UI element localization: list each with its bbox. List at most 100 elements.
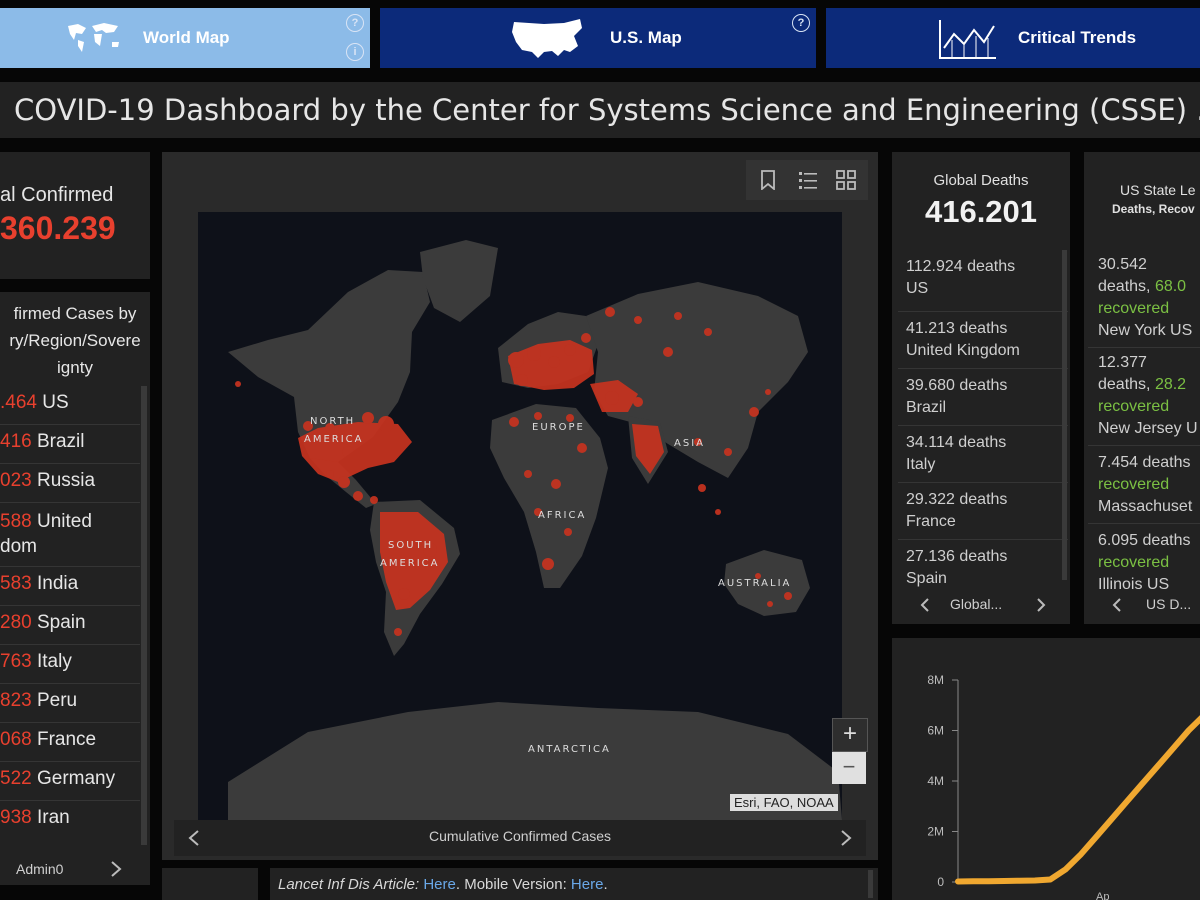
y-tick-label: 4M [927, 774, 944, 788]
admin-level-label: Admin0 [16, 861, 64, 877]
country-name: Peru [36, 690, 78, 711]
us-state-footer-label: US D... [1146, 596, 1192, 612]
article-links: Lancet Inf Dis Article: Here. Mobile Ver… [278, 876, 608, 893]
country-confirmed-count: 938 [0, 807, 32, 828]
world-icon [68, 23, 119, 52]
world-map[interactable]: NORTH AMERICA EUROPE ASIA AFRICA SOUTH A… [198, 212, 842, 820]
list-item[interactable]: 30.542 deaths, 68.0 recovered New York U… [1088, 254, 1200, 348]
confirmed-list-header-line: ignty [57, 358, 93, 377]
scrollbar[interactable] [1062, 250, 1067, 580]
deaths-count: 41.213 deaths [906, 320, 1008, 337]
map-label-africa: AFRICA [538, 510, 586, 521]
list-item[interactable]: 12.377 deaths, 28.2 recovered New Jersey… [1088, 348, 1200, 446]
us-state-list: 30.542 deaths, 68.0 recovered New York U… [1088, 252, 1200, 592]
country-name: India [36, 573, 79, 594]
country-name: Spain [36, 612, 86, 633]
country-name: United [36, 511, 92, 532]
global-deaths-footer-label: Global... [950, 596, 1003, 612]
chevron-right-icon[interactable] [1036, 598, 1046, 612]
bookmark-icon[interactable] [760, 170, 776, 190]
country-name: US [42, 392, 69, 413]
help-icon[interactable]: ? [346, 14, 364, 32]
link-suffix: . [603, 876, 608, 893]
list-item[interactable]: 7.454 deaths recovered Massachuset [1088, 446, 1200, 524]
list-item[interactable]: 27.136 deaths Spain [898, 540, 1068, 590]
x-tick-label: Ap [1096, 891, 1109, 900]
map-footer: Cumulative Confirmed Cases [174, 820, 866, 856]
country-confirmed-count: 823 [0, 690, 32, 711]
tab-us-map-label: U.S. Map [610, 28, 682, 47]
list-item[interactable]: 41.213 deaths United Kingdom [898, 312, 1068, 369]
list-item[interactable]: 6.095 deaths recovered Illinois US [1088, 524, 1200, 592]
list-item[interactable]: 39.680 deaths Brazil [898, 369, 1068, 426]
mobile-version-text: . Mobile Version: [455, 876, 571, 893]
state-recovered-label: recovered [1098, 300, 1170, 317]
global-deaths-list: 112.924 deaths US 41.213 deaths United Kin… [898, 250, 1068, 590]
y-tick-label: 8M [927, 673, 944, 687]
map-label-north-america: AMERICA [304, 434, 364, 445]
chevron-right-icon[interactable] [110, 861, 122, 877]
state-deaths-text: deaths, [1098, 376, 1155, 393]
list-item[interactable]: 938 Iran [0, 801, 140, 840]
tab-world-map[interactable]: World Map ? i [0, 8, 370, 68]
layer-list-icon[interactable] [798, 170, 818, 190]
list-item[interactable]: 416 Brazil [0, 425, 140, 464]
country-confirmed-count: 416 [0, 431, 32, 452]
tab-critical-trends-label: Critical Trends [1018, 28, 1137, 47]
total-confirmed-label: al Confirmed [0, 184, 114, 206]
list-item[interactable]: 023 Russia [0, 464, 140, 503]
us-map-icon [512, 19, 582, 58]
info-icon[interactable]: i [346, 43, 364, 61]
confirmed-cases-line [955, 715, 1200, 885]
list-item[interactable]: 763 Italy [0, 645, 140, 684]
mobile-version-link[interactable]: Here [571, 876, 604, 893]
y-tick-label: 2M [927, 825, 944, 839]
deaths-count: 39.680 deaths [906, 377, 1008, 394]
deaths-country: France [906, 513, 956, 530]
list-item[interactable]: 068 France [0, 723, 140, 762]
basemap-gallery-icon[interactable] [836, 170, 856, 190]
total-confirmed-value: 360.239 [0, 210, 116, 246]
page-title: COVID-19 Dashboard by the Center for Sys… [14, 93, 1200, 127]
deaths-country: Brazil [906, 399, 947, 416]
list-item[interactable]: 583 India [0, 567, 140, 606]
state-recovered-label: recovered [1098, 398, 1170, 415]
tab-world-map-label: World Map [143, 28, 230, 47]
help-icon[interactable]: ? [792, 14, 810, 32]
lancet-link[interactable]: Here [423, 876, 456, 893]
confirmed-list-header-line: ry/Region/Sovere [9, 331, 141, 350]
deaths-country: Italy [906, 456, 936, 473]
title-bar: COVID-19 Dashboard by the Center for Sys… [0, 82, 1200, 138]
zoom-out-button[interactable]: − [832, 752, 866, 784]
country-confirmed-count: 068 [0, 729, 32, 750]
state-deaths-count: 6.095 deaths [1098, 532, 1191, 549]
country-confirmed-count: 280 [0, 612, 32, 633]
scrollbar[interactable] [868, 870, 873, 898]
list-item[interactable]: 34.114 deaths Italy [898, 426, 1068, 483]
tab-us-map[interactable]: U.S. Map ? [380, 8, 816, 68]
list-item[interactable]: 522 Germany [0, 762, 140, 801]
list-item[interactable]: 280 Spain [0, 606, 140, 645]
list-item[interactable]: 823 Peru [0, 684, 140, 723]
trend-chart[interactable]: 8M 6M 4M 2M 0 Ap [892, 638, 1200, 900]
map-label-europe: EUROPE [532, 422, 585, 433]
tab-critical-trends[interactable]: Critical Trends [826, 8, 1200, 68]
chevron-left-icon[interactable] [920, 598, 930, 612]
list-item[interactable]: 29.322 deaths France [898, 483, 1068, 540]
deaths-country: United Kingdom [906, 342, 1020, 359]
map-label-south-america: AMERICA [380, 558, 440, 569]
list-item[interactable]: .464 US [0, 386, 140, 425]
chevron-left-icon[interactable] [1112, 598, 1122, 612]
deaths-country: US [906, 280, 929, 297]
state-recovered-count: 68.0 [1154, 278, 1187, 295]
country-name: Iran [36, 807, 70, 828]
chevron-right-icon[interactable] [840, 830, 852, 846]
deaths-count: 34.114 deaths [906, 434, 1007, 451]
scrollbar[interactable] [141, 386, 147, 846]
zoom-in-button[interactable]: + [832, 718, 868, 752]
zoom-in-glyph: + [842, 720, 857, 747]
country-name: Russia [36, 470, 96, 491]
global-deaths-label: Global Deaths [933, 172, 1029, 189]
list-item[interactable]: 588 United dom [0, 503, 140, 567]
list-item[interactable]: 112.924 deaths US [898, 256, 1068, 312]
